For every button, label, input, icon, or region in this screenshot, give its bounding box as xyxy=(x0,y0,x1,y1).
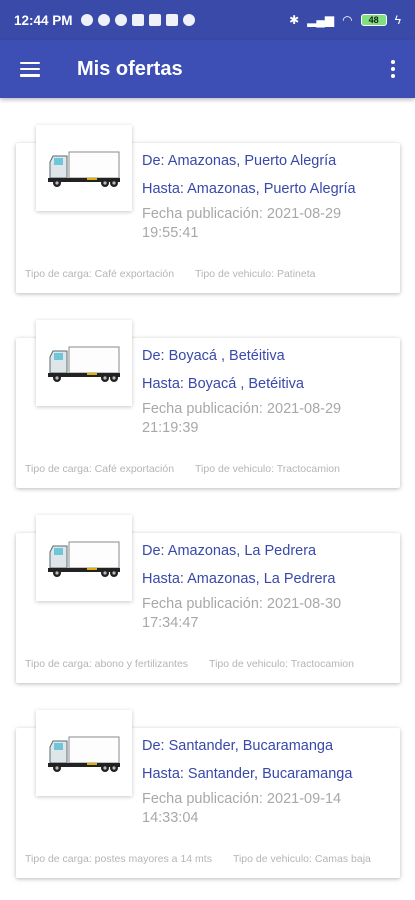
publication-date: Fecha publicación: 2021-08-29 19:55:41 xyxy=(142,206,342,241)
battery-level: 48 xyxy=(360,14,387,26)
offer-footer: Tipo de carga: Café exportación Tipo de … xyxy=(25,268,396,280)
vehicle-type: Tipo de vehiculo: Patineta xyxy=(195,268,316,280)
gallery-icon xyxy=(131,14,144,26)
truck-icon xyxy=(48,541,120,577)
destination-text: Hasta: Boyacá , Betéitiva xyxy=(142,376,304,392)
offer-card[interactable]: De: Amazonas, La Pedrera Hasta: Amazonas… xyxy=(16,515,400,683)
battery-icon: 48 xyxy=(360,14,387,26)
app-bar: Mis ofertas xyxy=(0,40,415,98)
more-options-button[interactable] xyxy=(371,40,415,98)
cargo-type: Tipo de carga: Café exportación xyxy=(25,463,175,475)
truck-thumbnail xyxy=(36,125,132,211)
truck-icon xyxy=(48,346,120,382)
status-bar: 12:44 PM ✱ ▂▄▆ ◠ 48 ϟ xyxy=(0,0,415,40)
origin-text: De: Boyacá , Betéitiva xyxy=(142,348,285,364)
truck-icon xyxy=(48,151,120,187)
charging-icon: ϟ xyxy=(394,13,401,27)
message-icon xyxy=(80,14,93,26)
truck-thumbnail xyxy=(36,320,132,406)
offer-card[interactable]: De: Amazonas, Puerto Alegría Hasta: Amaz… xyxy=(16,125,400,293)
offer-footer: Tipo de carga: abono y fertilizantes Tip… xyxy=(25,658,396,670)
destination-text: Hasta: Santander, Bucaramanga xyxy=(142,766,353,782)
telegram-icon xyxy=(182,14,195,26)
menu-button[interactable] xyxy=(0,40,60,98)
bluetooth-icon: ✱ xyxy=(289,13,300,27)
cargo-type: Tipo de carga: postes mayores a 14 mts xyxy=(25,853,212,865)
offer-card[interactable]: De: Santander, Bucaramanga Hasta: Santan… xyxy=(16,710,400,878)
cargo-type: Tipo de carga: abono y fertilizantes xyxy=(25,658,189,670)
offer-footer: Tipo de carga: postes mayores a 14 mts T… xyxy=(25,853,396,865)
app-icon xyxy=(165,14,178,26)
destination-text: Hasta: Amazonas, La Pedrera xyxy=(142,571,336,587)
vehicle-type: Tipo de vehiculo: Camas baja xyxy=(232,853,371,865)
offer-info: De: Amazonas, Puerto Alegría Hasta: Amaz… xyxy=(142,147,390,243)
publication-date: Fecha publicación: 2021-08-29 21:19:39 xyxy=(142,401,342,436)
notification-icons xyxy=(80,14,195,26)
wifi-icon: ◠ xyxy=(342,13,353,27)
signal-icon: ▂▄▆ xyxy=(307,13,335,27)
destination-text: Hasta: Amazonas, Puerto Alegría xyxy=(142,181,356,197)
facebook-icon xyxy=(97,14,110,26)
status-time: 12:44 PM xyxy=(14,12,73,28)
origin-text: De: Amazonas, La Pedrera xyxy=(142,543,317,559)
offer-info: De: Amazonas, La Pedrera Hasta: Amazonas… xyxy=(142,537,390,633)
more-vert-icon xyxy=(391,60,395,64)
offer-info: De: Santander, Bucaramanga Hasta: Santan… xyxy=(142,732,390,828)
vehicle-type: Tipo de vehiculo: Tractocamion xyxy=(209,658,354,670)
cloud-icon xyxy=(148,14,161,26)
page-title: Mis ofertas xyxy=(77,57,183,80)
vehicle-type: Tipo de vehiculo: Tractocamion xyxy=(195,463,340,475)
offer-card[interactable]: De: Boyacá , Betéitiva Hasta: Boyacá , B… xyxy=(16,320,400,488)
hamburger-icon xyxy=(20,61,40,77)
threads-icon xyxy=(114,14,127,26)
truck-thumbnail xyxy=(36,710,132,796)
origin-text: De: Amazonas, Puerto Alegría xyxy=(142,153,337,169)
publication-date: Fecha publicación: 2021-09-14 14:33:04 xyxy=(142,791,342,826)
system-icons: ✱ ▂▄▆ ◠ 48 ϟ xyxy=(289,13,401,27)
truck-icon xyxy=(48,736,120,772)
origin-text: De: Santander, Bucaramanga xyxy=(142,738,334,754)
cargo-type: Tipo de carga: Café exportación xyxy=(25,268,175,280)
offer-info: De: Boyacá , Betéitiva Hasta: Boyacá , B… xyxy=(142,342,390,438)
publication-date: Fecha publicación: 2021-08-30 17:34:47 xyxy=(142,596,342,631)
truck-thumbnail xyxy=(36,515,132,601)
offer-footer: Tipo de carga: Café exportación Tipo de … xyxy=(25,463,396,475)
